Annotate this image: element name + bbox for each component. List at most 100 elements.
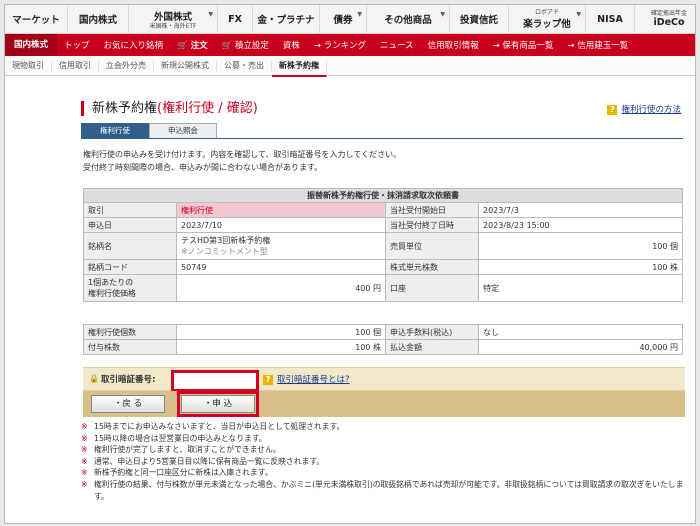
note-item: 新株予約権と同一口座区分に新株は入庫されます。 [81,467,687,479]
table-row: 付与株数 100 株 払込金額 40,000 円 [83,339,683,355]
help-link[interactable]: ? 権利行使の方法 [607,103,681,115]
menu-margin-info[interactable]: 信用取引情報 [421,39,486,51]
cell-label: 1個あたりの 権利行使価格 [83,274,177,302]
nav-gold[interactable]: 金・プラチナ [253,5,320,33]
table-row: 取引 権利行使 当社受付開始日 2023/7/3 [83,202,683,218]
subnav-margin[interactable]: 信用取引 [52,60,99,71]
cell-value: 2023/7/3 [478,202,683,218]
subnav-warrants[interactable]: 新株予約権 [272,60,327,77]
cell-label: 申込日 [83,217,177,233]
browser-frame: マーケット 国内株式 外国株式 米国株・海外ETF ▼ FX 金・プラチナ 債券 ▼ … [4,4,696,524]
cell-value: 400 円 [176,274,386,302]
order-detail-table: 振替新株予約権行使・抹消請求取次依頼書 取引 権利行使 当社受付開始日 2023… [83,188,683,302]
note-item: 15時までにお申込みなさいますと、当日が申込日として処理されます。 [81,421,687,433]
menu-shares[interactable]: 資株 [276,39,307,51]
nav-label: iDeCo [653,17,685,28]
lock-icon: 🔒 [89,374,99,383]
cell-value: テスHD第3回新株予約権 ※ノンコミットメント型 [176,232,386,260]
table-row: 1個あたりの 権利行使価格 400 円 口座 特定 [83,274,683,302]
stock-name: テスHD第3回新株予約権 [181,236,271,245]
cell-value: なし [478,324,683,340]
nav-sublabel: 確定拠出年金 [650,10,687,17]
pin-input[interactable] [171,370,259,392]
back-button[interactable]: ・戻 る [91,395,165,413]
title-sub: (権利行使 / 確認) [157,101,258,116]
nav-bond[interactable]: 債券 ▼ [320,5,367,33]
nav-label: マーケット [12,15,60,26]
cell-value: 2023/7/10 [176,217,386,233]
cell-label: 売買単位 [385,232,479,260]
menu-top[interactable]: トップ [57,39,97,51]
cell-value: 100 株 [478,259,683,275]
caret-down-icon: ▼ [357,11,362,18]
pin-help-text: 取引暗証番号とは? [277,375,350,385]
caret-down-icon: ▼ [440,11,445,18]
menu-holdings[interactable]: → 保有商品一覧 [486,39,561,51]
notes-list: 15時までにお申込みなさいますと、当日が申込日として処理されます。 15時以降の… [81,421,687,502]
pin-row: 🔒 取引暗証番号: ? 取引暗証番号とは? [83,367,685,392]
nav-fx[interactable]: FX [218,5,253,33]
nav-foreign-stock[interactable]: 外国株式 米国株・海外ETF ▼ [129,5,218,33]
nav-label: FX [228,13,242,25]
nav-sublabel: ロボアド [534,8,559,16]
cell-label: 権利行使個数 [83,324,177,340]
amount-table: 権利行使個数 100 個 申込手数料(税込) なし 付与株数 100 株 払込金… [83,324,683,355]
nav-nisa[interactable]: NISA [586,5,635,33]
section-label[interactable]: 国内株式 [5,34,58,56]
cell-value: 権利行使 [176,202,386,218]
sub-nav: 現物取引 信用取引 立会外分売 新規公開株式 公募・売出 新株予約権 [5,56,695,77]
cell-label: 申込手数料(税込) [385,324,479,340]
nav-ideco[interactable]: 確定拠出年金 iDeCo [635,5,695,33]
nav-label: 外国株式 [153,11,192,23]
cell-label: 口座 [385,274,479,302]
table-row: 権利行使個数 100 個 申込手数料(税込) なし [83,324,683,340]
cell-label: 払込金額 [385,339,479,355]
nav-label: 債券 [333,15,353,26]
subnav-cash[interactable]: 現物取引 [5,60,52,71]
cell-label: 当社受付開始日 [385,202,479,218]
nav-other-products[interactable]: その他商品 ▼ [367,5,450,33]
note-item: 15時以降の場合は翌営業日の申込みとなります。 [81,433,687,445]
nav-market[interactable]: マーケット [5,5,68,33]
cell-label: 当社受付終了日時 [385,217,479,233]
tab-underline [81,138,683,139]
cell-value: 100 個 [176,324,386,340]
nav-label: その他商品 [384,15,432,26]
nav-label: 楽ラップ他 [523,18,571,30]
cell-value: 40,000 円 [478,339,683,355]
note-item: 権利行使が完了しますと、取消すことができません。 [81,444,687,456]
pin-label: 取引暗証番号: [101,375,156,385]
cell-value: 100 個 [478,232,683,260]
nav-robo-advisor[interactable]: ロボアド 楽ラップ他 ▼ [509,5,586,33]
menu-news[interactable]: ニュース [373,39,421,51]
menu-order[interactable]: 🛒 注文 [170,39,215,51]
subnav-po[interactable]: 公募・売出 [217,60,272,71]
note-item: 権利行使の結果、付与株数が単元未満となった場合、かぶミニ(単元未満株取引)の取扱… [81,479,687,502]
nav-investment-trust[interactable]: 投資信託 [450,5,509,33]
desc-line: 受付終了時刻間際の場合、申込みが間に合わない場合があります。 [83,163,323,172]
question-icon: ? [607,105,618,115]
pin-help-link[interactable]: ? 取引暗証番号とは? [263,373,350,385]
help-link-text: 権利行使の方法 [621,105,681,115]
caret-down-icon: ▼ [208,11,213,18]
subnav-ipo[interactable]: 新規公開株式 [154,60,217,71]
nav-domestic-stock[interactable]: 国内株式 [68,5,129,33]
tab-exercise[interactable]: 権利行使 [81,123,149,139]
menu-ranking[interactable]: → ランキング [307,39,373,51]
menu-recurring[interactable]: 🛒 積立設定 [215,39,276,51]
nav-sublabel: 米国株・海外ETF [149,22,197,30]
apply-button[interactable]: ・申 込 [177,391,259,417]
tab-inquiry[interactable]: 申込照会 [149,123,217,139]
menu-favorites[interactable]: お気に入り銘柄 [97,39,171,51]
table-row: 銘柄コード 50749 株式単元株数 100 株 [83,259,683,275]
nav-label: 金・プラチナ [257,15,315,26]
table-row: 銘柄名 テスHD第3回新株予約権 ※ノンコミットメント型 売買単位 100 個 [83,232,683,260]
nav-label: 投資信託 [459,15,498,26]
description: 権利行使の申込みを受け付けます。内容を確認して、取引暗証番号を入力してください。… [83,148,401,174]
button-row: ・戻 る ・申 込 [83,391,685,417]
section-menu: 国内株式 トップ お気に入り銘柄 🛒 注文 🛒 積立設定 資株 → ランキング … [5,34,695,56]
page-title: 新株予約権(権利行使 / 確認) [81,101,258,116]
subnav-offfloor[interactable]: 立会外分売 [99,60,154,71]
menu-margin-positions[interactable]: → 信用建玉一覧 [560,39,635,51]
cell-label: 付与株数 [83,339,177,355]
